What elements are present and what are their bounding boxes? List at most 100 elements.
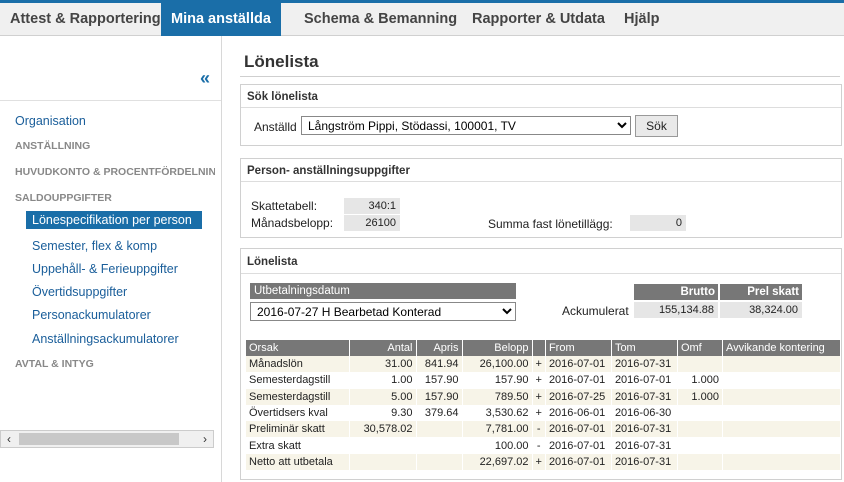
cell-sign: -	[532, 421, 546, 438]
cell-avvikande	[722, 372, 841, 389]
col-tom: Tom	[611, 340, 678, 356]
table-row: Semesterdagstill 5.00 157.90 789.50 + 20…	[246, 388, 841, 405]
search-panel-rule	[241, 107, 841, 108]
fixed-supplement-value: 0	[630, 215, 686, 231]
payout-date-select[interactable]: 2016-07-27 H Bearbetad Konterad	[250, 302, 516, 321]
tab-schema-bemanning[interactable]: Schema & Bemanning	[294, 3, 467, 36]
sidebar-section-saldouppgifter[interactable]: SALDOUPPGIFTER	[15, 192, 112, 204]
cell-orsak: Månadslön	[246, 356, 350, 373]
tab-rapporter-utdata[interactable]: Rapporter & Utdata	[462, 3, 615, 36]
cell-orsak: Preliminär skatt	[246, 421, 350, 438]
person-panel-rule	[241, 181, 841, 182]
cell-apris: 157.90	[416, 388, 463, 405]
collapse-sidebar-icon[interactable]: «	[200, 68, 210, 89]
col-orsak: Orsak	[246, 340, 350, 356]
cell-tom: 2016-07-31	[611, 421, 678, 438]
table-row: Månadslön 31.00 841.94 26,100.00 + 2016-…	[246, 356, 841, 373]
cell-sign: -	[532, 437, 546, 454]
cell-sign: +	[532, 356, 546, 373]
cell-antal: 9.30	[349, 404, 417, 422]
cell-avvikande	[722, 388, 841, 405]
sidebar-item-semester[interactable]: Semester, flex & komp	[32, 239, 157, 253]
tab-attest-rapportering[interactable]: Attest & Rapportering	[0, 3, 171, 36]
sidebar-item-organisation[interactable]: Organisation	[15, 114, 86, 128]
cell-tom: 2016-06-30	[611, 404, 678, 422]
cell-apris	[416, 421, 463, 438]
scroll-left-icon[interactable]: ‹	[1, 431, 17, 447]
col-antal: Antal	[349, 340, 417, 356]
cell-avvikande	[722, 437, 841, 454]
employee-select[interactable]: Långström Pippi, Stödassi, 100001, TV	[301, 116, 631, 135]
search-button[interactable]: Sök	[635, 115, 678, 137]
cell-omf	[677, 356, 723, 373]
cell-tom: 2016-07-31	[611, 453, 678, 471]
col-sign	[532, 340, 546, 356]
sidebar-item-anstallningsackumulatorer[interactable]: Anställningsackumulatorer	[32, 332, 179, 346]
cell-apris: 841.94	[416, 356, 463, 373]
cell-tom: 2016-07-31	[611, 388, 678, 405]
cell-apris: 379.64	[416, 404, 463, 422]
search-panel-header: Sök lönelista	[247, 91, 318, 103]
table-row: Extra skatt 100.00 - 2016-07-01 2016-07-…	[246, 437, 841, 454]
cell-antal: 30,578.02	[349, 421, 417, 438]
title-divider	[240, 76, 840, 77]
cell-belopp: 789.50	[462, 388, 533, 405]
tab-mina-anstallda[interactable]: Mina anställda	[161, 3, 281, 36]
sidebar-divider	[0, 100, 221, 101]
cell-avvikande	[722, 421, 841, 438]
sidebar-section-anstallning[interactable]: ANSTÄLLNING	[15, 140, 90, 152]
payroll-panel-rule	[241, 273, 841, 274]
sidebar-item-lonespecifikation[interactable]: Lönespecifikation per person	[26, 211, 202, 229]
tab-hjalp[interactable]: Hjälp	[614, 3, 669, 36]
scrollbar-thumb[interactable]	[19, 433, 179, 445]
cell-from: 2016-07-01	[545, 421, 612, 438]
top-navigation: Attest & Rapportering Mina anställda Sch…	[0, 0, 844, 36]
col-apris: Apris	[416, 340, 463, 356]
cell-antal	[349, 453, 417, 471]
cell-apris: 157.90	[416, 372, 463, 389]
accumulated-tax-value: 38,324.00	[720, 302, 802, 318]
cell-omf: 1.000	[677, 388, 723, 405]
cell-omf	[677, 453, 723, 471]
sidebar-section-huvudkonto[interactable]: HUVUDKONTO & PROCENTFÖRDELNING	[15, 166, 215, 178]
monthly-amount-label: Månadsbelopp:	[251, 216, 334, 230]
cell-apris	[416, 453, 463, 471]
sidebar-section-avtal-intyg[interactable]: AVTAL & INTYG	[15, 358, 94, 370]
sidebar-horizontal-scrollbar[interactable]: ‹ ›	[0, 430, 214, 448]
cell-from: 2016-07-25	[545, 388, 612, 405]
cell-omf	[677, 404, 723, 422]
cell-antal: 5.00	[349, 388, 417, 405]
sidebar-item-personackumulatorer[interactable]: Personackumulatorer	[32, 308, 151, 322]
cell-tom: 2016-07-31	[611, 356, 678, 373]
page-title: Lönelista	[244, 52, 319, 71]
employee-label: Anställd	[254, 120, 297, 134]
cell-antal: 1.00	[349, 372, 417, 389]
cell-orsak: Semesterdagstill	[246, 372, 350, 389]
payout-date-header: Utbetalningsdatum	[250, 283, 516, 299]
cell-from: 2016-07-01	[545, 453, 612, 471]
table-header-row: Orsak Antal Apris Belopp From Tom Omf Av…	[246, 340, 841, 356]
cell-from: 2016-06-01	[545, 404, 612, 422]
cell-belopp: 157.90	[462, 372, 533, 389]
cell-sign: +	[532, 372, 546, 389]
cell-apris	[416, 437, 463, 454]
cell-from: 2016-07-01	[545, 372, 612, 389]
accumulated-gross-value: 155,134.88	[634, 302, 718, 318]
cell-belopp: 3,530.62	[462, 404, 533, 422]
cell-orsak: Semesterdagstill	[246, 388, 350, 405]
cell-sign: +	[532, 388, 546, 405]
cell-antal	[349, 437, 417, 454]
table-row: Netto att utbetala 22,697.02 + 2016-07-0…	[246, 453, 841, 471]
col-from: From	[545, 340, 612, 356]
person-panel-header: Person- anställningsuppgifter	[247, 165, 410, 177]
sidebar: « Organisation ANSTÄLLNING HUVUDKONTO & …	[0, 36, 222, 482]
cell-orsak: Netto att utbetala	[246, 453, 350, 471]
cell-orsak: Övertidsers kval	[246, 404, 350, 422]
cell-avvikande	[722, 404, 841, 422]
cell-belopp: 22,697.02	[462, 453, 533, 471]
sidebar-item-overtid[interactable]: Övertidsuppgifter	[32, 285, 127, 299]
sidebar-item-uppehall[interactable]: Uppehåll- & Ferieuppgifter	[32, 262, 178, 276]
gross-header: Brutto	[634, 284, 718, 300]
cell-omf: 1.000	[677, 372, 723, 389]
scroll-right-icon[interactable]: ›	[197, 431, 213, 447]
